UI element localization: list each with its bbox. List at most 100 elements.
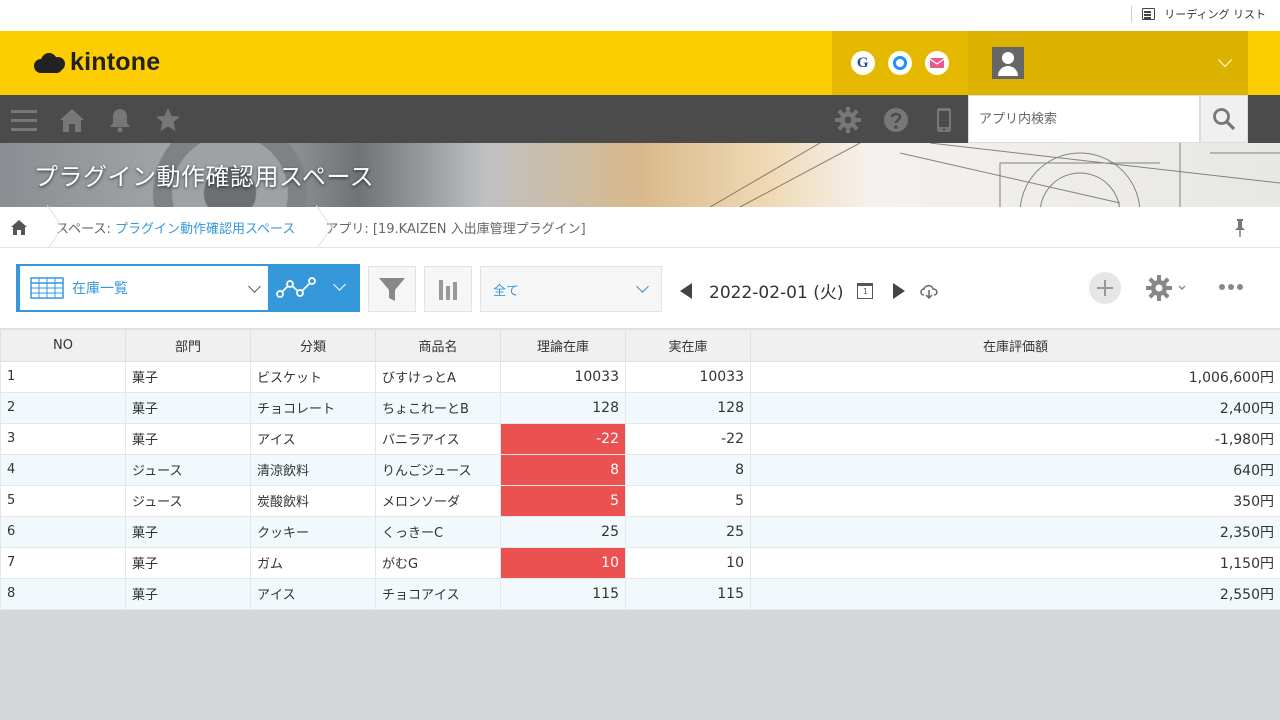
table-row[interactable]: 6 菓子 クッキー くっきーC 25 25 2,350円 xyxy=(0,515,1280,548)
filter-button[interactable] xyxy=(368,266,416,312)
help-icon[interactable] xyxy=(883,107,909,133)
column-header[interactable]: NO xyxy=(0,328,126,362)
add-record-button[interactable] xyxy=(1089,272,1121,304)
table-body: 1 菓子 ビスケット びすけっとA 10033 10033 1,006,600円 2 菓子 チョコ… xyxy=(0,360,1280,610)
reading-list-button[interactable]: リーディング リスト xyxy=(1131,6,1266,22)
table-row[interactable]: 8 菓子 アイス チョコアイス 115 115 2,550円 xyxy=(0,577,1280,610)
pin-icon[interactable] xyxy=(1234,219,1246,237)
calendar-day: 1 xyxy=(862,286,869,296)
cell-dept: 菓子 xyxy=(125,546,251,579)
cell-no: 5 xyxy=(0,484,126,517)
column-header[interactable]: 商品名 xyxy=(375,328,501,362)
table-row[interactable]: 7 菓子 ガム がむG 10 10 1,150円 xyxy=(0,546,1280,579)
table-row[interactable]: 2 菓子 チョコレート ちょこれーとB 128 128 2,400円 xyxy=(0,391,1280,424)
breadcrumb-separator xyxy=(38,207,52,248)
cell-product: くっきーC xyxy=(375,515,501,548)
current-date: 2022-02-01 (火) xyxy=(709,283,844,303)
cell-value: 1,150円 xyxy=(750,546,1280,579)
mail-circle-icon[interactable] xyxy=(925,51,950,75)
user-menu[interactable] xyxy=(968,31,1248,95)
column-header[interactable]: 実在庫 xyxy=(625,328,751,362)
breadcrumb: スペース: プラグイン動作確認用スペース アプリ: [19.KAIZEN 入出庫… xyxy=(0,207,1280,248)
app-search-input[interactable] xyxy=(968,95,1200,143)
table-row[interactable]: 3 菓子 アイス バニラアイス -22 -22 -1,980円 xyxy=(0,422,1280,455)
cell-category: アイス xyxy=(250,422,376,455)
header-app-icons: G xyxy=(832,31,968,95)
divider xyxy=(1131,6,1133,22)
gear-icon[interactable] xyxy=(835,107,861,133)
cell-value: 350円 xyxy=(750,484,1280,517)
cloud-logo-icon xyxy=(34,52,66,74)
home-icon[interactable] xyxy=(59,107,85,133)
column-header[interactable]: 在庫評価額 xyxy=(750,328,1280,362)
graph-select-button[interactable] xyxy=(268,264,360,312)
cell-no: 2 xyxy=(0,391,126,424)
cell-value: 640円 xyxy=(750,453,1280,486)
dot-icon xyxy=(1219,284,1225,290)
ring-circle-icon[interactable] xyxy=(887,51,912,75)
view-select[interactable]: 在庫一覧 xyxy=(16,264,269,312)
cell-category: 清涼飲料 xyxy=(250,453,376,486)
cell-dept: 菓子 xyxy=(125,515,251,548)
search-icon xyxy=(1213,108,1236,131)
previous-date-button[interactable] xyxy=(680,282,692,299)
cell-dept: 菓子 xyxy=(125,422,251,455)
cell-theory: 10 xyxy=(500,546,626,579)
avatar xyxy=(992,47,1024,79)
search-button[interactable] xyxy=(1200,95,1248,143)
table-row[interactable]: 1 菓子 ビスケット びすけっとA 10033 10033 1,006,600円 xyxy=(0,360,1280,393)
cell-no: 7 xyxy=(0,546,126,579)
chevron-down-icon xyxy=(1178,285,1186,290)
bar-chart-icon xyxy=(439,280,457,300)
cell-dept: 菓子 xyxy=(125,391,251,424)
cell-dept: 菓子 xyxy=(125,577,251,610)
cell-dept: ジュース xyxy=(125,453,251,486)
cell-theory: -22 xyxy=(500,422,626,455)
cell-value: 2,400円 xyxy=(750,391,1280,424)
cell-product: ちょこれーとB xyxy=(375,391,501,424)
home-icon xyxy=(11,219,27,235)
app-settings-button[interactable] xyxy=(1146,275,1186,301)
cloud-download-icon[interactable] xyxy=(919,283,939,299)
cell-product: バニラアイス xyxy=(375,422,501,455)
column-header[interactable]: 理論在庫 xyxy=(500,328,626,362)
funnel-icon xyxy=(379,278,405,301)
cell-no: 4 xyxy=(0,453,126,486)
table-row[interactable]: 4 ジュース 清涼飲料 りんごジュース 8 8 640円 xyxy=(0,453,1280,486)
blueprint-decoration xyxy=(709,143,1280,207)
cell-actual: 5 xyxy=(625,484,751,517)
g-circle-icon[interactable]: G xyxy=(850,51,875,75)
breadcrumb-space-link[interactable]: プラグイン動作確認用スペース xyxy=(115,222,295,237)
cell-actual: 115 xyxy=(625,577,751,610)
graph-button[interactable] xyxy=(424,266,472,312)
cell-dept: ジュース xyxy=(125,484,251,517)
kintone-logo[interactable]: kintone xyxy=(34,48,160,77)
global-nav xyxy=(0,95,1280,143)
table-row[interactable]: 5 ジュース 炭酸飲料 メロンソーダ 5 5 350円 xyxy=(0,484,1280,517)
filter-select[interactable]: 全て xyxy=(480,266,662,312)
record-table: NO 部門 分類 商品名 理論在庫 実在庫 在庫評価額 1 菓子 ビスケット びすけっ… xyxy=(0,328,1280,610)
table-header: NO 部門 分類 商品名 理論在庫 実在庫 在庫評価額 xyxy=(0,328,1280,362)
cell-product: りんごジュース xyxy=(375,453,501,486)
column-header[interactable]: 分類 xyxy=(250,328,376,362)
breadcrumb-space: スペース: プラグイン動作確認用スペース xyxy=(52,218,307,237)
cell-actual: 25 xyxy=(625,515,751,548)
chevron-down-icon xyxy=(636,280,649,293)
more-options-button[interactable] xyxy=(1219,284,1246,290)
cell-theory: 5 xyxy=(500,484,626,517)
cell-no: 1 xyxy=(0,360,126,393)
chevron-down-icon xyxy=(333,278,346,291)
cell-category: クッキー xyxy=(250,515,376,548)
cell-no: 3 xyxy=(0,422,126,455)
next-date-button[interactable] xyxy=(893,282,906,299)
menu-icon[interactable] xyxy=(11,107,37,133)
cell-actual: 10033 xyxy=(625,360,751,393)
star-icon[interactable] xyxy=(155,107,181,133)
calendar-icon[interactable]: 1 xyxy=(857,282,874,299)
cell-category: アイス xyxy=(250,577,376,610)
bell-icon[interactable] xyxy=(107,107,133,133)
view-select-inner: 在庫一覧 xyxy=(20,266,269,310)
column-header[interactable]: 部門 xyxy=(125,328,251,362)
chevron-down-icon xyxy=(248,280,261,293)
mobile-icon[interactable] xyxy=(931,107,957,133)
